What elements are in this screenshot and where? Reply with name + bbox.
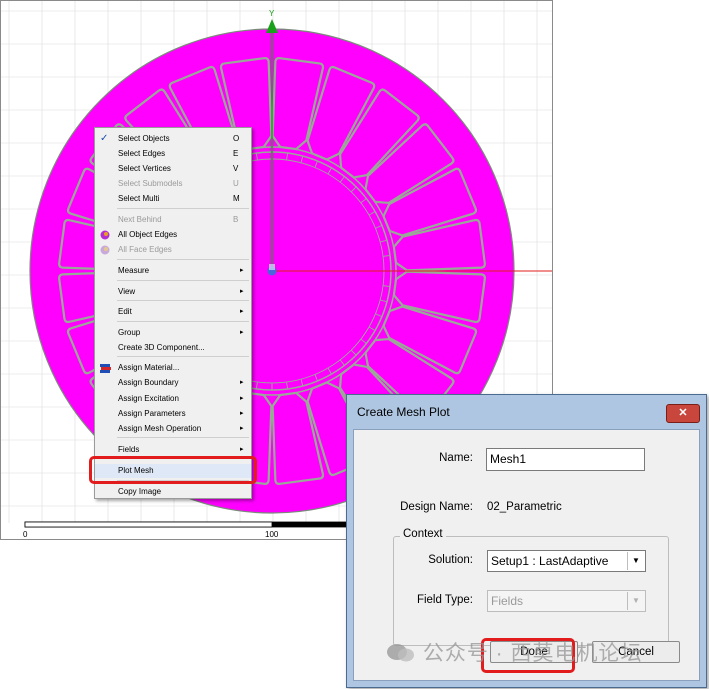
menu-item-label: Assign Mesh Operation <box>118 424 202 433</box>
menu-item-create-3d-component[interactable]: Create 3D Component... <box>95 341 251 355</box>
menu-item-view[interactable]: View ▸ <box>95 285 251 299</box>
design-name-label: Design Name: <box>400 501 473 513</box>
menu-separator <box>117 208 249 209</box>
solution-select-value: Setup1 : LastAdaptive <box>491 554 609 568</box>
context-group-title: Context <box>400 528 446 540</box>
material-icon <box>100 363 111 373</box>
chevron-down-icon[interactable]: ▼ <box>627 552 644 570</box>
menu-item-shortcut: O <box>233 134 240 143</box>
menu-separator <box>117 300 249 301</box>
chevron-right-icon: ▸ <box>240 395 244 402</box>
y-axis-arrow-icon <box>266 19 278 33</box>
menu-item-group[interactable]: Group ▸ <box>95 326 251 340</box>
menu-separator <box>117 356 249 357</box>
object-edges-icon <box>100 230 110 240</box>
menu-separator <box>117 437 249 438</box>
field-type-label: Field Type: <box>416 594 473 606</box>
chevron-right-icon: ▸ <box>240 425 244 432</box>
menu-item-label: All Face Edges <box>118 245 172 254</box>
menu-item-shortcut: B <box>233 215 239 224</box>
watermark-text: 公众号 · 西莫电机论坛 <box>422 642 643 665</box>
menu-item-shortcut: E <box>233 149 239 158</box>
face-edges-icon <box>100 245 110 255</box>
menu-item-label: Select Edges <box>118 149 166 158</box>
menu-item-fields[interactable]: Fields ▸ <box>95 443 251 457</box>
chevron-down-icon[interactable]: ▼ <box>627 592 644 610</box>
menu-item-select-objects[interactable]: ✓ Select Objects O <box>95 132 251 146</box>
menu-item-label: Assign Material... <box>118 363 180 372</box>
chevron-right-icon: ▸ <box>240 379 244 386</box>
scale-start-label: 0 <box>23 530 28 539</box>
menu-item-label: All Object Edges <box>118 230 178 239</box>
name-input[interactable]: Mesh1 <box>486 448 645 471</box>
name-label: Name: <box>439 452 473 464</box>
menu-item-label: Select Submodels <box>118 179 183 188</box>
origin-marker <box>269 264 275 270</box>
menu-item-label: Select Objects <box>118 134 170 143</box>
menu-item-label: Group <box>118 328 141 337</box>
menu-item-assign-boundary[interactable]: Assign Boundary ▸ <box>95 376 251 390</box>
dialog-title: Create Mesh Plot <box>357 405 450 419</box>
chevron-right-icon: ▸ <box>240 329 244 336</box>
menu-item-select-submodels[interactable]: Select Submodels U <box>95 177 251 191</box>
menu-item-label: Assign Excitation <box>118 394 179 403</box>
menu-item-select-edges[interactable]: Select Edges E <box>95 147 251 161</box>
menu-item-select-multi[interactable]: Select Multi M <box>95 192 251 206</box>
menu-item-shortcut: U <box>233 179 239 188</box>
menu-item-all-face-edges[interactable]: All Face Edges <box>95 243 251 257</box>
menu-item-label: Assign Parameters <box>118 409 186 418</box>
chevron-right-icon: ▸ <box>240 308 244 315</box>
menu-item-label: Measure <box>118 266 150 275</box>
scale-bar-segment <box>24 521 273 528</box>
context-menu: ✓ Select Objects O Select Edges E Select Vert… <box>94 127 252 499</box>
menu-item-assign-parameters[interactable]: Assign Parameters ▸ <box>95 407 251 421</box>
wechat-icon <box>387 644 414 662</box>
design-name-value: 02_Parametric <box>487 501 562 513</box>
checkmark-icon: ✓ <box>100 133 109 144</box>
menu-item-assign-excitation[interactable]: Assign Excitation ▸ <box>95 392 251 406</box>
solution-label: Solution: <box>428 554 473 566</box>
solution-select[interactable]: Setup1 : LastAdaptive ▼ <box>487 550 646 572</box>
menu-separator <box>117 280 249 281</box>
menu-item-assign-mesh-operation[interactable]: Assign Mesh Operation ▸ <box>95 422 251 436</box>
menu-item-shortcut: V <box>233 164 239 173</box>
menu-item-label: Assign Boundary <box>118 378 179 387</box>
field-type-select-value: Fields <box>491 594 524 608</box>
chevron-right-icon: ▸ <box>240 288 244 295</box>
menu-item-select-vertices[interactable]: Select Vertices V <box>95 162 251 176</box>
menu-item-copy-image[interactable]: Copy Image <box>95 485 251 499</box>
menu-separator <box>117 321 249 322</box>
menu-item-label: Create 3D Component... <box>118 343 205 352</box>
menu-item-all-object-edges[interactable]: All Object Edges <box>95 228 251 242</box>
menu-item-label: Edit <box>118 307 132 316</box>
menu-item-next-behind[interactable]: Next Behind B <box>95 213 251 227</box>
close-button[interactable]: ✕ <box>666 404 700 423</box>
chevron-right-icon: ▸ <box>240 267 244 274</box>
menu-item-label: Fields <box>118 445 140 454</box>
chevron-right-icon: ▸ <box>240 446 244 453</box>
menu-item-label: Select Multi <box>118 194 160 203</box>
chevron-right-icon: ▸ <box>240 410 244 417</box>
scale-mid-label: 100 <box>265 530 279 539</box>
menu-item-label: Select Vertices <box>118 164 171 173</box>
menu-item-label: View <box>118 287 136 296</box>
menu-separator <box>117 259 249 260</box>
menu-item-measure[interactable]: Measure ▸ <box>95 264 251 278</box>
menu-item-label: Next Behind <box>118 215 162 224</box>
menu-item-assign-material[interactable]: Assign Material... <box>95 361 251 375</box>
watermark: 公众号 · 西莫电机论坛 <box>386 637 643 667</box>
menu-item-label: Copy Image <box>118 487 162 496</box>
y-axis-label: Y <box>269 9 275 18</box>
menu-item-edit[interactable]: Edit ▸ <box>95 305 251 319</box>
plot-mesh-highlight <box>89 456 257 484</box>
field-type-select[interactable]: Fields ▼ <box>487 590 646 612</box>
menu-item-shortcut: M <box>233 194 240 203</box>
